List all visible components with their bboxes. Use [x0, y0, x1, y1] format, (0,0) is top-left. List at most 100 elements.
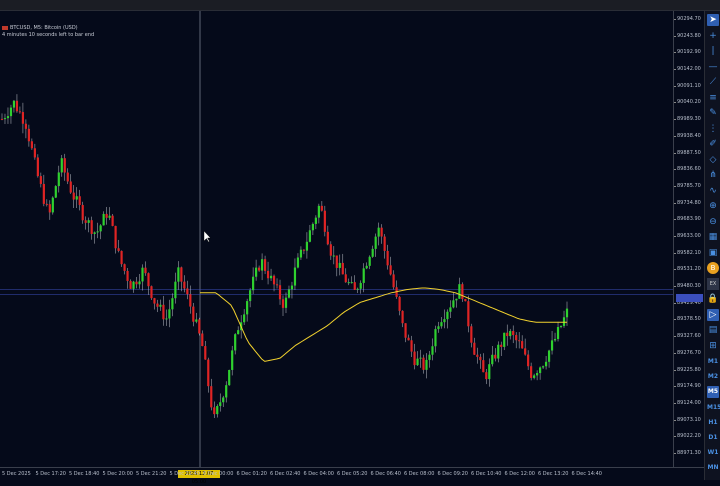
chart-icon[interactable]: ▤ [707, 324, 719, 336]
candle-down [192, 306, 195, 322]
symbol-info-panel: BTCUSD, M5: Bitcoin (USD) 4 minutes 10 s… [2, 25, 94, 39]
brush-icon[interactable]: ✐ [707, 138, 719, 150]
currency-flag-icon [2, 25, 8, 30]
price-tick [674, 436, 676, 438]
ex-icon[interactable]: EX [707, 277, 719, 290]
time-label: 6 Dec 08:00 [404, 471, 435, 477]
candle-up [425, 359, 428, 370]
time-label: 5 Dec 2025 [2, 471, 31, 477]
zoom-in-icon[interactable]: ⊕ [707, 200, 719, 212]
candle-down [33, 148, 36, 158]
candle-up [562, 317, 566, 326]
candle-up [174, 281, 177, 299]
candle-up [108, 215, 111, 218]
indicators-icon[interactable]: ∿ [707, 185, 719, 197]
candle-up [260, 259, 264, 271]
candle-up [362, 268, 365, 283]
price-label: 89582.10 [677, 249, 701, 256]
candle-up [538, 367, 542, 374]
price-label: 89531.20 [677, 266, 701, 273]
candle-up [317, 205, 320, 218]
timeframe-d1[interactable]: D1 [707, 432, 719, 444]
candle-down [530, 366, 533, 378]
candle-up [431, 346, 434, 355]
timeframe-mn[interactable]: MN [707, 462, 719, 474]
candle-up [293, 267, 297, 286]
candle-down [27, 128, 31, 142]
zoom-out-icon[interactable]: ⊖ [707, 216, 719, 228]
price-tick [674, 35, 676, 37]
price-tick [674, 69, 676, 71]
bitcoin-icon[interactable]: B [707, 262, 719, 274]
lock-icon[interactable]: 🔒 [707, 293, 719, 305]
candle-up [252, 276, 255, 291]
candle-down [144, 267, 147, 274]
play-icon[interactable]: ▷ [707, 308, 719, 321]
candle-up [488, 364, 491, 380]
price-label: 90142.00 [677, 66, 701, 73]
candlestick-chart[interactable] [0, 11, 673, 467]
candle-up [533, 375, 536, 378]
price-label: 89174.90 [677, 383, 701, 390]
candle-up [553, 338, 557, 341]
fibonacci-icon[interactable]: ⋮ [707, 123, 719, 135]
candle-up [269, 275, 273, 279]
candle-down [278, 285, 282, 300]
candle-up [249, 290, 252, 302]
horizontal-line-icon[interactable]: — [707, 61, 719, 73]
candle-up [87, 220, 90, 223]
crosshair-icon[interactable]: + [707, 30, 719, 42]
timeframe-m1[interactable]: M1 [707, 356, 719, 368]
timeframe-m2[interactable]: M2 [707, 371, 719, 383]
price-label: 90192.90 [677, 49, 701, 56]
candle-up [168, 309, 171, 319]
timeframe-h1[interactable]: H1 [707, 417, 719, 429]
pitchfork-icon[interactable]: ⋔ [707, 169, 719, 181]
candle-up [419, 357, 422, 359]
timeframe-m15[interactable]: M15 [707, 402, 720, 414]
price-tick [674, 19, 676, 20]
candle-down [117, 248, 120, 251]
candle-up [497, 344, 500, 359]
vertical-line-icon[interactable]: | [707, 45, 719, 57]
candle-down [512, 330, 515, 336]
candle-up [565, 308, 569, 318]
candle-down [344, 274, 347, 283]
layout-icon[interactable]: ⊞ [707, 340, 719, 352]
price-tick [674, 369, 676, 371]
timeframe-m5[interactable]: M5 [707, 386, 719, 399]
candle-down [162, 304, 165, 320]
price-label: 89938.40 [677, 132, 701, 139]
screenshot-icon[interactable]: ▣ [707, 247, 719, 259]
trend-line-icon[interactable]: ⟋ [707, 76, 719, 88]
cursor-icon[interactable]: ➤ [707, 14, 719, 26]
channel-icon[interactable]: ≡ [707, 92, 719, 104]
candle-up [165, 318, 168, 320]
chart-canvas[interactable]: BTCUSD, M5: Bitcoin (USD) 4 minutes 10 s… [0, 11, 673, 467]
candle-down [129, 280, 132, 289]
candle-down [461, 284, 464, 300]
candle-down [257, 267, 261, 271]
price-label: 89225.80 [677, 366, 701, 373]
timeframe-w1[interactable]: W1 [707, 447, 719, 459]
candle-up [338, 262, 341, 268]
candle-down [479, 356, 482, 361]
candle-down [24, 123, 28, 129]
candle-down [84, 220, 87, 223]
candle-down [183, 281, 186, 289]
candle-up [305, 241, 309, 251]
candle-up [556, 327, 560, 339]
price-tick [674, 135, 676, 137]
time-axis[interactable]: 2025.12.07 05:00 5 Dec 2025 5 Dec 17:20 5 … [0, 467, 704, 485]
candle-down [476, 354, 479, 357]
time-label: 5 Dec 18:40 [69, 471, 100, 477]
time-label: 6 Dec 02:40 [270, 471, 301, 477]
grid-icon[interactable]: ▦ [707, 231, 719, 243]
moving-average-line [200, 287, 567, 362]
shapes-icon[interactable]: ◇ [707, 154, 719, 166]
candle-down [326, 231, 329, 245]
price-scale[interactable]: 90294.70 90243.80 90192.90 90142.00 90091.10… [673, 11, 705, 467]
candle-up [96, 231, 99, 233]
candle-up [195, 319, 198, 322]
pencil-icon[interactable]: ✎ [707, 107, 719, 119]
